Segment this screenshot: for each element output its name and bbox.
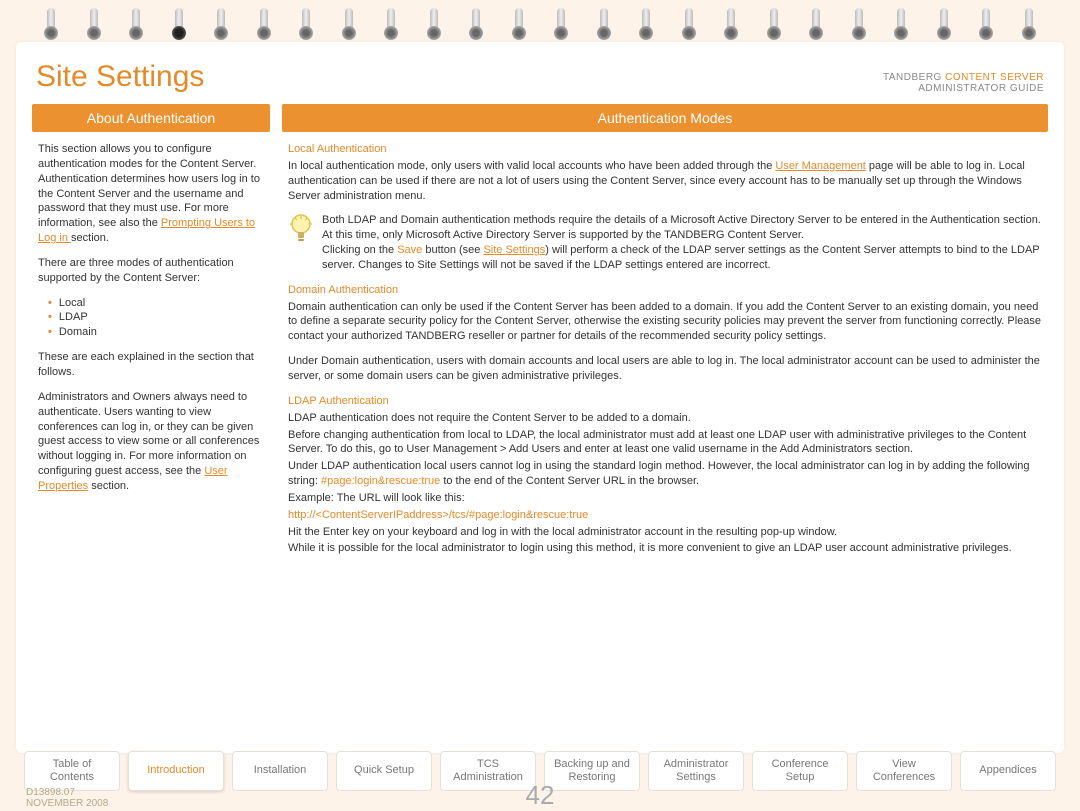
ldap-auth-p3: Under LDAP authentication local users ca… (288, 459, 1042, 489)
nav-quick-setup[interactable]: Quick Setup (336, 751, 432, 791)
right-column: Authentication Modes Local Authenticatio… (282, 104, 1048, 743)
brand-text-accent: CONTENT SERVER (945, 72, 1044, 83)
page-title: Site Settings (36, 60, 204, 94)
tip-callout: Both LDAP and Domain authentication meth… (288, 213, 1042, 272)
domain-auth-p1: Domain authentication can only be used i… (288, 300, 1042, 345)
ldap-rescue-url: http://<ContentServerIPaddress>/tcs/#pag… (288, 508, 1042, 523)
lightbulb-icon (288, 213, 314, 243)
domain-auth-p2: Under Domain authentication, users with … (288, 354, 1042, 384)
brand-subtitle: ADMINISTRATOR GUIDE (883, 83, 1044, 94)
about-auth-p4: Administrators and Owners always need to… (38, 390, 264, 494)
right-column-header: Authentication Modes (282, 104, 1048, 132)
doc-date: NOVEMBER 2008 (26, 798, 108, 809)
left-column-header: About Authentication (32, 104, 270, 132)
nav-introduction[interactable]: Introduction (128, 751, 224, 791)
doc-id: D13898.07 (26, 787, 108, 798)
brand-text: TANDBERG (883, 72, 945, 83)
nav-view-conferences[interactable]: ViewConferences (856, 751, 952, 791)
domain-auth-heading: Domain Authentication (288, 283, 1042, 298)
nav-administrator-settings[interactable]: AdministratorSettings (648, 751, 744, 791)
about-auth-p2: There are three modes of authentication … (38, 256, 264, 286)
local-auth-p1: In local authentication mode, only users… (288, 159, 1042, 204)
auth-modes-list: Local LDAP Domain (48, 296, 264, 341)
nav-tcs-administration[interactable]: TCSAdministration (440, 751, 536, 791)
site-settings-link[interactable]: Site Settings (483, 244, 545, 256)
footer-meta: D13898.07 NOVEMBER 2008 (26, 787, 108, 809)
page-number: 42 (526, 780, 555, 811)
nav-backing-up[interactable]: Backing up andRestoring (544, 751, 640, 791)
brand-block: TANDBERG CONTENT SERVER ADMINISTRATOR GU… (883, 72, 1044, 94)
spiral-binding (0, 0, 1080, 48)
user-management-link[interactable]: User Management (775, 160, 866, 172)
page-body: Site Settings TANDBERG CONTENT SERVER AD… (16, 42, 1064, 753)
nav-appendices[interactable]: Appendices (960, 751, 1056, 791)
list-item: Domain (48, 325, 264, 340)
save-label: Save (397, 244, 422, 256)
nav-conference-setup[interactable]: ConferenceSetup (752, 751, 848, 791)
rescue-string: #page:login&rescue:true (321, 475, 440, 487)
about-auth-p3: These are each explained in the section … (38, 350, 264, 380)
about-auth-p1: This section allows you to configure aut… (38, 142, 264, 246)
list-item: LDAP (48, 310, 264, 325)
tip-text-1: Both LDAP and Domain authentication meth… (322, 214, 1041, 241)
ldap-auth-p4: Example: The URL will look like this: (288, 491, 1042, 506)
nav-table-of-contents[interactable]: Table ofContents (24, 751, 120, 791)
local-auth-heading: Local Authentication (288, 142, 1042, 157)
nav-installation[interactable]: Installation (232, 751, 328, 791)
left-column: About Authentication This section allows… (32, 104, 270, 743)
ldap-auth-p5: Hit the Enter key on your keyboard and l… (288, 525, 1042, 540)
ldap-auth-p1: LDAP authentication does not require the… (288, 411, 1042, 426)
ldap-auth-heading: LDAP Authentication (288, 394, 1042, 409)
ldap-auth-p2: Before changing authentication from loca… (288, 428, 1042, 458)
list-item: Local (48, 296, 264, 311)
ldap-auth-p6: While it is possible for the local admin… (288, 541, 1042, 556)
